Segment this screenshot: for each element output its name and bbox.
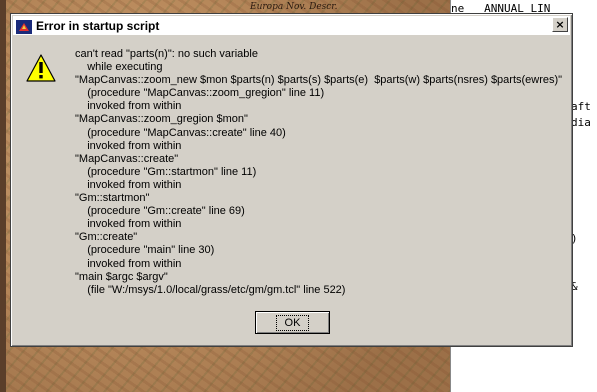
error-message-line: "main $argc $argv" <box>75 270 168 283</box>
error-message-line: "MapCanvas::zoom_new $mon $parts(n) $par… <box>75 74 563 87</box>
error-message-line: while executing <box>75 61 163 74</box>
error-message-line: invoked from within <box>75 218 182 231</box>
error-message-line: "Gm::startmon" <box>75 192 150 205</box>
dialog-title: Error in startup script <box>36 18 160 33</box>
map-title-text: Europa Nov. Descr. <box>250 2 338 12</box>
error-message-line: can't read "parts(n)": no such variable <box>75 48 258 60</box>
warning-icon <box>26 54 56 82</box>
editor-fragment-1: aft <box>571 100 591 113</box>
dialog-titlebar[interactable]: Error in startup script × <box>13 16 570 35</box>
error-message-line: (procedure "Gm::create" line 69) <box>75 205 245 218</box>
error-message: can't read "parts(n)": no such variable … <box>75 48 570 297</box>
close-button[interactable]: × <box>552 17 568 32</box>
error-dialog: Error in startup script × can't read "pa… <box>10 13 573 347</box>
close-icon: × <box>555 18 565 31</box>
error-message-line: (procedure "Gm::startmon" line 11) <box>75 165 257 178</box>
error-message-line: invoked from within <box>75 257 182 270</box>
error-message-line: (procedure "MapCanvas::zoom_gregion" lin… <box>75 87 325 100</box>
error-message-line: (procedure "main" line 30) <box>75 244 215 257</box>
error-message-line: invoked from within <box>75 100 182 113</box>
tk-feather-icon <box>16 19 32 34</box>
error-message-line: "Gm::create" <box>75 231 138 244</box>
ok-button[interactable]: OK <box>255 311 330 334</box>
error-message-line: "MapCanvas::zoom_gregion $mon" <box>75 113 248 126</box>
error-message-line: (procedure "MapCanvas::create" line 40) <box>75 126 286 139</box>
error-message-line: invoked from within <box>75 178 182 191</box>
error-message-line: invoked from within <box>75 139 182 152</box>
error-message-line: "MapCanvas::create" <box>75 152 179 165</box>
editor-fragment-2: dia <box>571 116 591 129</box>
ok-button-label: OK <box>275 314 310 331</box>
error-message-line: (file "W:/msys/1.0/local/grass/etc/gm/gm… <box>75 283 346 296</box>
